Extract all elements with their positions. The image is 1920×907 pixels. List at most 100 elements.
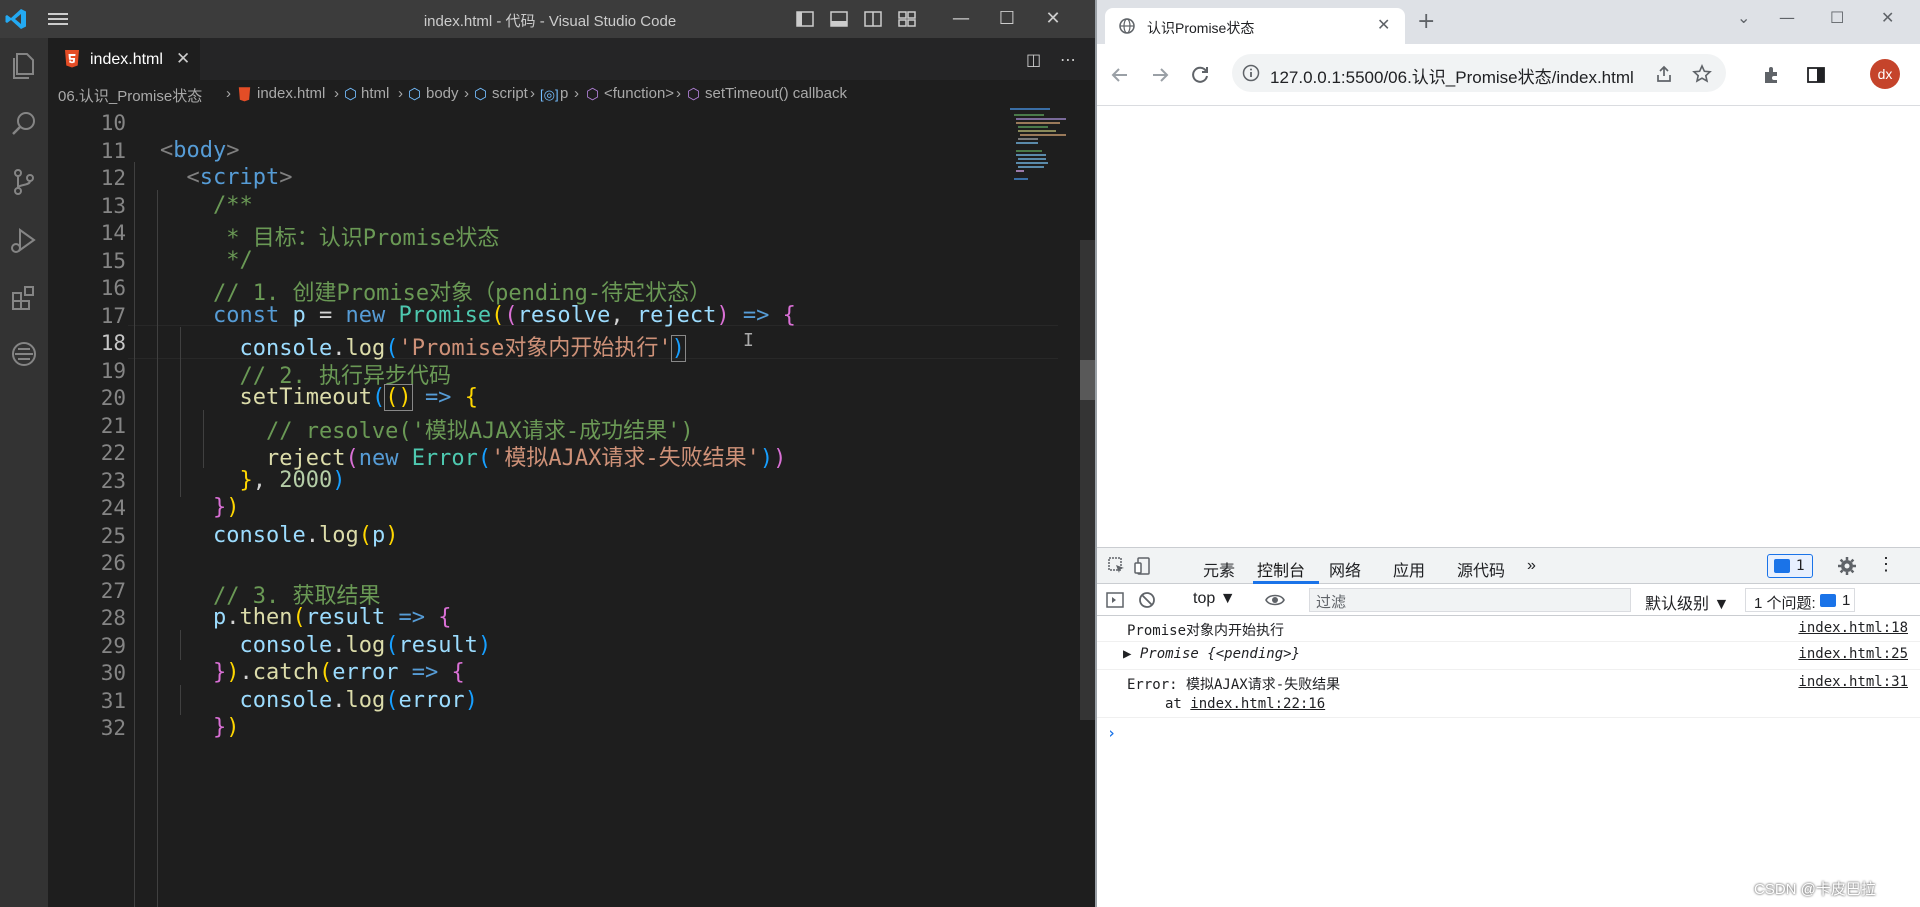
source-link[interactable]: index.html:18 [1798,620,1908,636]
breadcrumb-function[interactable]: <function> [604,85,674,102]
tab-close-icon[interactable]: ✕ [176,49,190,69]
toggle-secondary-sidebar-icon[interactable] [864,10,882,28]
globe-icon [1119,18,1135,34]
window-title: index.html - 代码 - Visual Studio Code [423,13,677,30]
stack-trace-link[interactable]: index.html:22:16 [1190,696,1325,712]
more-actions-icon[interactable]: ⋯ [1060,50,1078,69]
issues-counter[interactable]: 1 个问题: 1 [1745,588,1855,612]
function-icon: ⬡ [586,86,600,103]
live-expression-eye-icon[interactable] [1265,590,1285,610]
line-number: 19 [100,359,126,383]
tab-elements[interactable]: 元素 [1203,557,1235,581]
devtools-panel: 元素 控制台 网络 应用 源代码 » 1 ⋮ top ▼ 过滤 默认级别 ▼ 1… [1097,547,1920,907]
explorer-icon[interactable] [8,50,40,82]
close-window-button[interactable]: ✕ [1030,6,1076,32]
menu-icon[interactable] [46,9,70,29]
minimap[interactable] [1010,108,1080,208]
device-toolbar-icon[interactable] [1133,556,1153,576]
tab-close-icon[interactable]: ✕ [1377,15,1390,34]
element-icon: ⬡ [344,86,358,103]
more-tabs-button[interactable]: » [1527,557,1536,575]
customize-layout-icon[interactable] [898,10,916,28]
new-tab-button[interactable]: + [1417,11,1435,33]
remote-explorer-icon[interactable] [8,338,40,370]
address-bar[interactable]: 127.0.0.1:5500/06.认识_Promise状态/index.htm… [1232,54,1726,92]
back-arrow-icon[interactable] [1109,64,1131,86]
extensions-icon[interactable] [8,282,40,314]
reload-icon[interactable] [1189,64,1211,86]
vscode-titlebar: index.html - 代码 - Visual Studio Code — ☐… [0,0,1095,38]
breadcrumb-file[interactable]: index.html [257,85,325,102]
split-editor-icon[interactable]: ◫ [1026,50,1044,69]
breadcrumb-callback[interactable]: setTimeout() callback [705,85,847,102]
issues-badge-count: 1 [1796,558,1805,574]
tab-console[interactable]: 控制台 [1257,557,1305,581]
minimize-button[interactable]: — [938,6,984,32]
message-icon [1820,594,1836,607]
maximize-button[interactable]: ☐ [1830,8,1844,27]
vscode-window: index.html - 代码 - Visual Studio Code — ☐… [0,0,1095,907]
run-debug-icon[interactable] [8,224,40,256]
chrome-tabstrip: 认识Promise状态 ✕ + ⌄ — ☐ ✕ [1097,0,1920,44]
inspect-element-icon[interactable] [1107,556,1127,576]
site-info-icon[interactable] [1242,64,1260,82]
breadcrumb-separator: › [574,85,579,102]
tab-search-icon[interactable]: ⌄ [1737,8,1750,27]
breadcrumb-p[interactable]: p [560,85,568,102]
code-line-15: */ [160,248,253,273]
issues-badge[interactable]: 1 [1767,554,1813,578]
minimize-button[interactable]: — [1779,8,1795,27]
line-number: 30 [100,661,126,685]
line-number: 25 [100,524,126,548]
share-icon[interactable] [1654,64,1674,84]
search-icon[interactable] [8,108,40,140]
console-output: Promise对象内开始执行 index.html:18 ▶ Promise {… [1097,616,1920,907]
indent-guide [157,190,158,907]
breadcrumb-html[interactable]: html [361,85,389,102]
vertical-scrollbar[interactable] [1080,240,1095,720]
sidebar-toggle-icon[interactable] [1105,590,1125,610]
profile-avatar[interactable]: dx [1870,59,1900,89]
line-number: 20 [100,386,126,410]
code-editor[interactable]: 9 10 11 12 13 14 15 16 17 18 19 20 21 22… [48,108,1095,907]
bookmark-star-icon[interactable] [1692,64,1712,84]
line-number: 29 [100,634,126,658]
breadcrumb-separator: › [530,85,535,102]
console-prompt[interactable]: › [1107,724,1116,742]
forward-arrow-icon[interactable] [1149,64,1171,86]
clear-console-icon[interactable] [1137,590,1157,610]
code-line-32: }) [212,715,240,740]
tab-sources[interactable]: 源代码 [1457,557,1505,581]
scrollbar-thumb[interactable] [1080,360,1095,400]
toggle-sidebar-icon[interactable] [796,10,814,28]
line-number: 22 [100,441,126,465]
tab-application[interactable]: 应用 [1393,557,1425,581]
context-selector[interactable]: top ▼ [1193,590,1236,608]
browser-tab[interactable]: 认识Promise状态 ✕ [1105,8,1405,44]
tab-network[interactable]: 网络 [1329,557,1361,581]
side-panel-icon[interactable] [1805,64,1827,86]
breadcrumb-folder[interactable]: 06.认识_Promise状态 [58,85,202,106]
tab-index-html[interactable]: index.html ✕ [48,38,200,80]
screen: index.html - 代码 - Visual Studio Code — ☐… [0,0,1920,907]
line-number: 11 [100,139,126,163]
source-link[interactable]: index.html:25 [1798,646,1908,662]
element-icon: ⬡ [408,86,422,103]
kebab-menu-icon[interactable]: ⋮ [1877,554,1895,575]
log-level-dropdown[interactable]: 默认级别 ▼ [1645,590,1729,614]
maximize-button[interactable]: ☐ [984,6,1030,32]
settings-gear-icon[interactable] [1837,556,1857,576]
line-number: 24 [100,496,126,520]
breadcrumb-script[interactable]: script [492,85,528,102]
close-window-button[interactable]: ✕ [1881,8,1894,27]
source-control-icon[interactable] [8,166,40,198]
line-number: 23 [100,469,126,493]
console-message-expandable[interactable]: ▶ Promise {<pending>} index.html:25 [1097,642,1920,670]
line-number: 12 [100,166,126,190]
toggle-panel-icon[interactable] [830,10,848,28]
breadcrumb-body[interactable]: body [426,85,459,102]
chrome-toolbar: 127.0.0.1:5500/06.认识_Promise状态/index.htm… [1097,44,1920,106]
source-link[interactable]: index.html:31 [1798,674,1908,690]
console-filter-input[interactable]: 过滤 [1309,588,1631,612]
extensions-puzzle-icon[interactable] [1761,64,1783,86]
